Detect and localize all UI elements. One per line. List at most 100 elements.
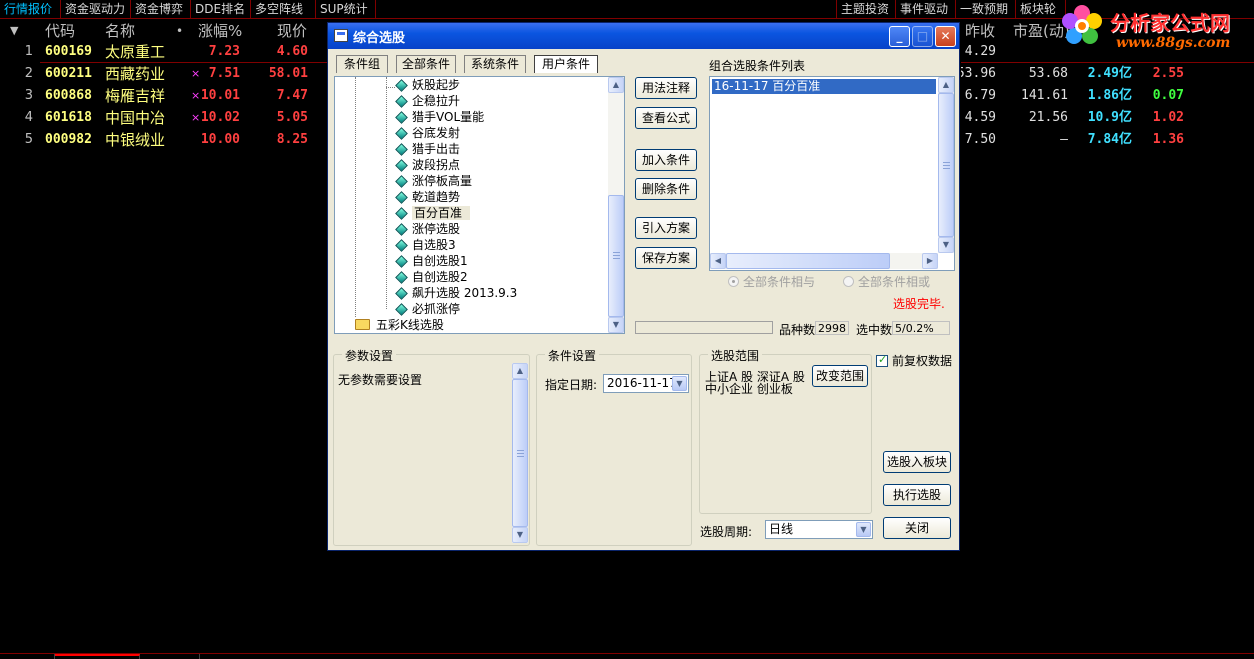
header-name[interactable]: 名称 xyxy=(105,21,135,41)
delete-condition-button[interactable]: 删除条件 xyxy=(635,178,697,200)
close-window-button[interactable]: ✕ xyxy=(935,26,956,47)
scroll-up-icon[interactable]: ▲ xyxy=(938,77,954,93)
menu-tab-consensus[interactable]: 一致预期 xyxy=(956,0,1016,19)
menu-tab-event[interactable]: 事件驱动 xyxy=(896,0,956,19)
stock-code: 600211 xyxy=(45,66,92,81)
radio-all-or[interactable]: 全部条件相或 xyxy=(843,275,930,289)
menu-tab-fund-game[interactable]: 资金博弈 xyxy=(131,0,191,19)
tree-item-selected[interactable]: 百分百准 xyxy=(395,205,471,221)
change-range-button[interactable]: 改变范围 xyxy=(812,365,868,387)
scroll-up-icon[interactable]: ▲ xyxy=(608,77,624,93)
scroll-down-icon[interactable]: ▼ xyxy=(608,317,624,333)
header-price[interactable]: 现价 xyxy=(277,21,307,41)
tab-condition-group[interactable]: 条件组 xyxy=(336,55,388,73)
scroll-down-icon[interactable]: ▼ xyxy=(512,527,528,543)
tree-item[interactable]: 涨停板高量 xyxy=(395,173,472,189)
menu-tab-longshort[interactable]: 多空阵线 xyxy=(251,0,316,19)
tree-item[interactable]: 自创选股2 xyxy=(395,269,468,285)
bottom-segment-active[interactable] xyxy=(55,654,140,659)
condition-list-item[interactable]: 16-11-17 百分百准 xyxy=(712,79,936,94)
execute-button[interactable]: 执行选股 xyxy=(883,484,951,506)
period-select[interactable]: 日线 ▼ xyxy=(765,520,873,539)
stock-screener-dialog: 综合选股 _ □ ✕ 条件组 全部条件 系统条件 用户条件 妖股起步 企稳拉升 … xyxy=(327,22,960,551)
tree-item[interactable]: 必抓涨停 xyxy=(395,301,460,317)
tree-item[interactable]: 猎手VOL量能 xyxy=(395,109,484,125)
scroll-up-icon[interactable]: ▲ xyxy=(512,363,528,379)
bottom-segment[interactable] xyxy=(140,654,200,659)
stock-amount: 10.9亿 xyxy=(1087,110,1132,125)
selected-label: 选中数 xyxy=(856,323,893,337)
menu-tab-dde-rank[interactable]: DDE排名 xyxy=(191,0,251,19)
minimize-button[interactable]: _ xyxy=(889,26,910,47)
to-block-button[interactable]: 选股入板块 xyxy=(883,451,951,473)
condition-list-vscrollbar[interactable]: ▲ ▼ xyxy=(938,77,954,253)
tree-item[interactable]: 自创选股1 xyxy=(395,253,468,269)
stock-change: 10.02 xyxy=(200,110,240,125)
scroll-thumb[interactable] xyxy=(938,93,954,237)
radio-circle-icon xyxy=(843,276,854,287)
tree-item[interactable]: 乾道趋势 xyxy=(395,189,460,205)
tree-item[interactable]: 企稳拉升 xyxy=(395,93,460,109)
scroll-thumb[interactable] xyxy=(608,195,624,317)
scroll-right-icon[interactable]: ▶ xyxy=(922,253,938,269)
stock-code: 000982 xyxy=(45,132,92,147)
stock-price: 8.25 xyxy=(276,132,308,147)
folder-icon xyxy=(355,319,370,330)
usage-note-button[interactable]: 用法注释 xyxy=(635,77,697,99)
stock-code: 600868 xyxy=(45,88,92,103)
stock-name: 中银绒业 xyxy=(105,131,166,149)
save-plan-button[interactable]: 保存方案 xyxy=(635,247,697,269)
formula-gem-icon xyxy=(395,271,408,284)
adjust-checkbox[interactable]: 前复权数据 xyxy=(876,353,952,368)
hscroll-thumb[interactable] xyxy=(726,253,890,269)
chevron-down-icon[interactable]: ▼ xyxy=(856,522,871,537)
add-condition-button[interactable]: 加入条件 xyxy=(635,149,697,171)
tree-scrollbar[interactable]: ▲ ▼ xyxy=(608,77,624,333)
stock-price: 58.01 xyxy=(268,66,308,81)
header-prev-close[interactable]: 昨收 xyxy=(965,21,995,41)
tree-item[interactable]: 自选股3 xyxy=(395,237,456,253)
menu-tab-sup-stats[interactable]: SUP统计 xyxy=(316,0,376,19)
tree-item[interactable]: 涨停选股 xyxy=(395,221,460,237)
maximize-button[interactable]: □ xyxy=(912,26,933,47)
condition-tree: 妖股起步 企稳拉升 猎手VOL量能 谷底发射 猎手出击 波段拐点 涨停板高量 乾… xyxy=(334,76,625,334)
sort-arrow-icon[interactable]: ▼ xyxy=(10,21,18,41)
menu-tab-quotes[interactable]: 行情报价 xyxy=(0,0,61,19)
formula-gem-icon xyxy=(395,95,408,108)
menu-tab-theme[interactable]: 主题投资 xyxy=(836,0,896,19)
formula-gem-icon xyxy=(395,303,408,316)
tree-item[interactable]: 谷底发射 xyxy=(395,125,460,141)
count-label: 品种数 xyxy=(779,323,816,337)
scroll-left-icon[interactable]: ◀ xyxy=(710,253,726,269)
header-change[interactable]: 涨幅% xyxy=(198,21,242,41)
date-picker[interactable]: 2016-11-17 ▼ xyxy=(603,374,689,393)
tree-item[interactable]: 飙升选股 2013.9.3 xyxy=(395,285,517,301)
formula-gem-icon xyxy=(395,207,408,220)
tab-system-conditions[interactable]: 系统条件 xyxy=(464,55,526,73)
condition-list: 16-11-17 百分百准 ▲ ▼ ◀ ▶ xyxy=(709,76,955,271)
tree-item[interactable]: 波段拐点 xyxy=(395,157,460,173)
param-text: 无参数需要设置 xyxy=(338,373,423,387)
bottom-segment[interactable] xyxy=(0,654,55,659)
dialog-titlebar[interactable]: 综合选股 _ □ ✕ xyxy=(328,23,959,49)
header-code[interactable]: 代码 xyxy=(45,21,75,41)
tree-item[interactable]: 妖股起步 xyxy=(395,77,460,93)
radio-all-and[interactable]: 全部条件相与 xyxy=(728,275,815,289)
close-button[interactable]: 关闭 xyxy=(883,517,951,539)
period-label: 选股周期: xyxy=(700,525,753,539)
tab-all-conditions[interactable]: 全部条件 xyxy=(396,55,456,73)
stock-change: 7.23 xyxy=(208,44,240,59)
condition-list-hscrollbar[interactable]: ◀ ▶ xyxy=(710,253,938,269)
tree-folder[interactable]: 五彩K线选股 xyxy=(355,317,444,333)
checkbox-checked-icon xyxy=(876,353,888,367)
view-formula-button[interactable]: 查看公式 xyxy=(635,107,697,129)
scroll-down-icon[interactable]: ▼ xyxy=(938,237,954,253)
tab-user-conditions[interactable]: 用户条件 xyxy=(534,55,598,73)
range-markets-line2: 中小企业 创业板 xyxy=(705,382,793,396)
tree-item[interactable]: 猎手出击 xyxy=(395,141,460,157)
scroll-thumb[interactable] xyxy=(512,379,528,527)
chevron-down-icon[interactable]: ▼ xyxy=(672,376,687,391)
menu-tab-fund-drive[interactable]: 资金驱动力 xyxy=(61,0,131,19)
param-scrollbar[interactable]: ▲ ▼ xyxy=(512,363,528,543)
import-plan-button[interactable]: 引入方案 xyxy=(635,217,697,239)
